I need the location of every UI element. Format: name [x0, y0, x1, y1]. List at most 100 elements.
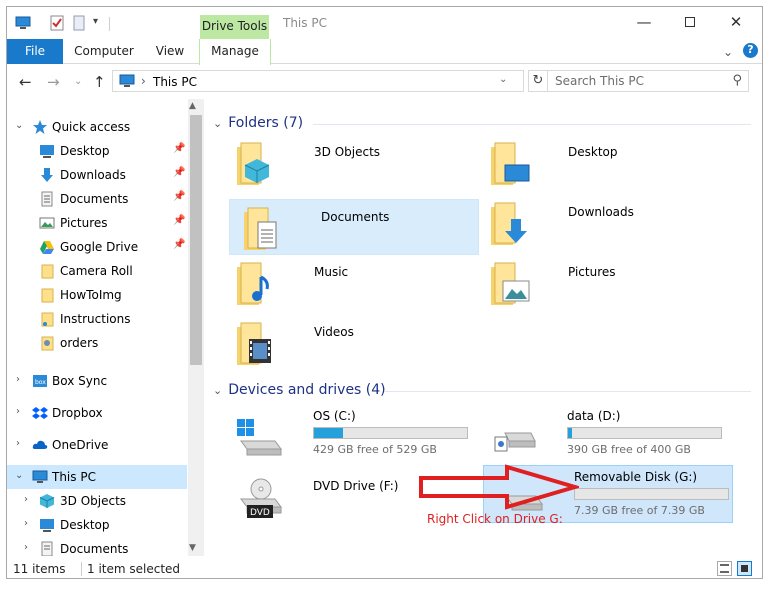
- sidebar-item-instructions[interactable]: Instructions: [7, 307, 187, 331]
- chevron-right-icon[interactable]: ›: [16, 374, 20, 385]
- documents-folder-icon: [244, 207, 277, 250]
- folder-videos[interactable]: Videos: [223, 315, 473, 371]
- chevron-down-icon[interactable]: ⌄: [723, 45, 733, 59]
- folder-icon: [41, 288, 54, 303]
- folder-music[interactable]: Music: [223, 255, 473, 311]
- folder-icon: [41, 264, 54, 279]
- computer-icon[interactable]: [15, 15, 31, 31]
- refresh-button[interactable]: ↻: [528, 70, 548, 92]
- sidebar-item-label: OneDrive: [52, 438, 109, 452]
- status-bar: 11 items 1 item selected: [7, 558, 762, 578]
- sidebar-item-camera-roll[interactable]: Camera Roll: [7, 259, 187, 283]
- sidebar-item-documents[interactable]: Documents 📌: [7, 187, 187, 211]
- close-button[interactable]: ✕: [713, 7, 759, 37]
- arrow-right-icon[interactable]: →: [47, 73, 60, 91]
- chevron-down-icon[interactable]: ⌄: [15, 470, 23, 481]
- search-input[interactable]: Search This PC: [555, 74, 644, 88]
- sidebar-item-label: This PC: [52, 470, 96, 484]
- chevron-right-icon[interactable]: ›: [16, 438, 20, 449]
- chevron-right-icon[interactable]: ›: [24, 542, 28, 553]
- tab-file[interactable]: File: [7, 39, 63, 64]
- folder-documents[interactable]: Documents: [229, 199, 479, 255]
- recent-locations-icon[interactable]: ⌄: [74, 76, 82, 87]
- folder-3d-objects[interactable]: 3D Objects: [223, 135, 473, 191]
- sidebar-item-quick-access[interactable]: ⌄ Quick access: [7, 115, 187, 139]
- navigation-bar: ← → ⌄ ↑ › This PC ⌄ ↻ Search This PC ⚲: [7, 65, 762, 97]
- search-box[interactable]: Search This PC ⚲: [547, 70, 749, 92]
- sidebar-item-desktop-pc[interactable]: › Desktop: [7, 513, 187, 537]
- folder-downloads[interactable]: Downloads: [477, 195, 727, 251]
- chevron-down-icon[interactable]: ⌄: [213, 384, 222, 397]
- chevron-down-icon[interactable]: ⌄: [15, 120, 23, 131]
- sidebar-item-dropbox[interactable]: › Dropbox: [7, 401, 187, 425]
- arrow-up-icon[interactable]: ↑: [93, 73, 106, 91]
- chevron-right-icon[interactable]: ›: [16, 406, 20, 417]
- sidebar-item-pictures[interactable]: Pictures 📌: [7, 211, 187, 235]
- videos-folder-icon: [237, 322, 271, 365]
- details-view-button[interactable]: [717, 561, 732, 576]
- downloads-folder-icon: [491, 202, 527, 245]
- chevron-right-icon[interactable]: ›: [24, 518, 28, 529]
- sidebar-item-downloads[interactable]: Downloads 📌: [7, 163, 187, 187]
- pin-icon[interactable]: 📌: [173, 167, 185, 178]
- help-icon[interactable]: ?: [743, 43, 758, 58]
- chevron-right-icon[interactable]: ›: [24, 494, 28, 505]
- drive-name: OS (C:): [313, 409, 356, 423]
- desktop-icon: [40, 145, 54, 158]
- drive-c[interactable]: OS (C:) 429 GB free of 529 GB: [223, 405, 473, 463]
- document-icon: [41, 541, 53, 556]
- ribbon-tabs: File Computer View Manage: [7, 39, 762, 65]
- large-icons-view-icon: [741, 565, 748, 572]
- sidebar-item-orders[interactable]: orders: [7, 331, 187, 355]
- folder-icon: [41, 312, 54, 327]
- large-icons-view-button[interactable]: [737, 561, 752, 576]
- arrow-left-icon[interactable]: ←: [19, 73, 32, 91]
- address-dropdown-icon[interactable]: ⌄: [499, 74, 507, 85]
- group-divider: [385, 391, 751, 392]
- devices-group-header[interactable]: ⌄ Devices and drives (4): [213, 382, 386, 398]
- cube-icon: [39, 494, 55, 508]
- drive-usage-fill: [568, 428, 572, 438]
- sidebar-item-desktop[interactable]: Desktop 📌: [7, 139, 187, 163]
- customize-qat-icon[interactable]: ▾: [93, 16, 98, 27]
- scrollbar-thumb[interactable]: [190, 115, 202, 365]
- maximize-button[interactable]: [667, 7, 713, 37]
- drive-usage-bar: [313, 427, 468, 439]
- pin-icon[interactable]: 📌: [173, 215, 185, 226]
- google-drive-icon: [40, 241, 54, 254]
- scroll-down-icon[interactable]: ▼: [189, 543, 196, 553]
- pin-icon[interactable]: 📌: [173, 143, 185, 154]
- tab-view[interactable]: View: [145, 39, 195, 64]
- box-icon: box: [33, 375, 47, 387]
- tab-manage[interactable]: Manage: [199, 39, 271, 65]
- drive-free-space: 7.39 GB free of 7.39 GB: [574, 504, 705, 517]
- folder-label: Pictures: [568, 265, 616, 279]
- sidebar-item-box-sync[interactable]: › box Box Sync: [7, 369, 187, 393]
- drive-free-space: 429 GB free of 529 GB: [313, 443, 437, 456]
- pin-icon[interactable]: 📌: [173, 239, 185, 250]
- sidebar-item-3d-objects[interactable]: › 3D Objects: [7, 489, 187, 513]
- sidebar-item-howtoimg[interactable]: HowToImg: [7, 283, 187, 307]
- new-folder-icon[interactable]: [71, 15, 87, 31]
- folder-pictures[interactable]: Pictures: [477, 255, 727, 311]
- drive-name: data (D:): [567, 409, 621, 423]
- pin-icon[interactable]: 📌: [173, 191, 185, 202]
- minimize-icon: —: [636, 13, 652, 31]
- properties-icon[interactable]: [49, 15, 65, 31]
- sidebar-item-documents-pc[interactable]: › Documents: [7, 537, 187, 556]
- sidebar-item-label: 3D Objects: [60, 494, 127, 508]
- folder-desktop[interactable]: Desktop: [477, 135, 727, 191]
- sidebar-item-label: HowToImg: [60, 288, 122, 302]
- sidebar-item-google-drive[interactable]: Google Drive 📌: [7, 235, 187, 259]
- address-bar[interactable]: › This PC ⌄: [112, 70, 524, 92]
- tab-computer[interactable]: Computer: [65, 39, 143, 64]
- drive-d[interactable]: data (D:) 390 GB free of 400 GB: [477, 405, 727, 463]
- folders-group-header[interactable]: ⌄ Folders (7): [213, 115, 303, 131]
- minimize-button[interactable]: —: [621, 7, 667, 37]
- folder-label: Desktop: [568, 145, 618, 159]
- title-bar: ▾ Drive Tools This PC — ✕: [7, 7, 762, 39]
- chevron-down-icon[interactable]: ⌄: [213, 117, 222, 130]
- scroll-up-icon[interactable]: ▲: [189, 101, 196, 111]
- sidebar-item-onedrive[interactable]: › OneDrive: [7, 433, 187, 457]
- sidebar-item-this-pc[interactable]: ⌄ This PC: [7, 465, 187, 489]
